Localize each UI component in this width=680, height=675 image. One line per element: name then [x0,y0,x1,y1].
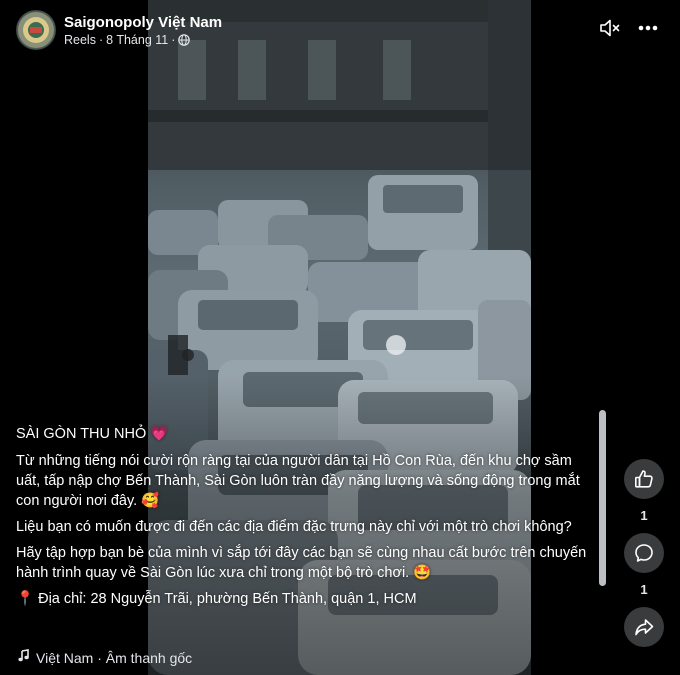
star-eyes-emoji: 🤩 [413,565,432,581]
share-icon [635,619,654,636]
page-name-link[interactable]: Saigonopoly Việt Nam [64,13,222,32]
meta-separator-2: · [171,32,176,47]
caption-paragraph-3-text: Hãy tập hợp bạn bè của mình vì sắp tới đ… [16,545,587,581]
header-text: Saigonopoly Việt Nam Reels · 8 Tháng 11 … [64,13,222,48]
caption-paragraph-3: Hãy tập hợp bạn bè của mình vì sắp tới đ… [16,543,596,583]
thumbs-up-icon [634,470,653,488]
comment-button[interactable] [624,533,664,573]
caption-title-text: SÀI GÒN THU NHỎ [16,426,147,442]
caption-title: SÀI GÒN THU NHỎ 💗 [16,424,596,444]
audio-label: Việt Nam · Âm thanh gốc [36,649,193,666]
post-date[interactable]: 8 Tháng 11 [106,32,168,48]
more-horizontal-icon[interactable] [636,16,660,40]
comment-icon [635,544,653,562]
speaker-muted-icon[interactable] [598,16,622,40]
like-button[interactable] [624,459,664,499]
reel-viewer: Saigonopoly Việt Nam Reels · 8 Tháng 11 … [0,0,680,675]
globe-icon [178,33,191,46]
reel-actions: 1 1 [624,459,664,647]
heart-emoji: 💗 [150,426,169,442]
caption-paragraph-1: Từ những tiếng nói cười rộn ràng tại của… [16,451,596,511]
audio-attribution[interactable]: Việt Nam · Âm thanh gốc [18,649,192,666]
caption-paragraph-1-text: Từ những tiếng nói cười rộn ràng tại của… [16,453,580,509]
page-avatar[interactable] [16,10,56,50]
comment-count: 1 [640,582,648,597]
caption-address-text: Địa chỉ: 28 Nguyễn Trãi, phường Bến Thàn… [38,591,417,607]
post-meta: Reels · 8 Tháng 11 · [64,32,222,48]
top-controls [598,16,660,40]
reel-caption: SÀI GÒN THU NHỎ 💗 Từ những tiếng nói cườ… [16,424,596,615]
caption-address: 📍 Địa chỉ: 28 Nguyễn Trãi, phường Bến Th… [16,589,596,609]
share-button[interactable] [624,607,664,647]
avatar-logo-image [18,12,54,48]
pin-emoji: 📍 [16,591,35,607]
music-note-icon [18,649,30,666]
smiling-hearts-emoji: 🥰 [141,493,160,509]
like-count: 1 [640,508,648,523]
meta-type[interactable]: Reels [64,32,96,48]
reel-header: Saigonopoly Việt Nam Reels · 8 Tháng 11 … [16,10,222,50]
caption-scrollbar[interactable] [599,410,606,586]
meta-separator: · [98,32,104,47]
caption-paragraph-2: Liệu bạn có muốn được đi đến các địa điể… [16,519,572,535]
